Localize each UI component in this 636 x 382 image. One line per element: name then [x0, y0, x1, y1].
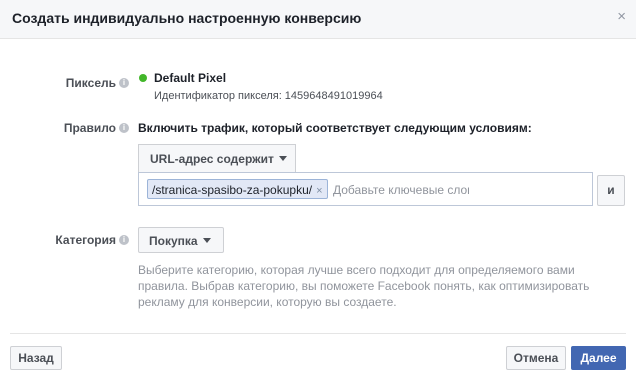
info-icon[interactable]: i — [119, 123, 129, 133]
chevron-down-icon — [278, 156, 287, 161]
footer-divider — [10, 333, 626, 334]
custom-conversion-dialog: Создать индивидуально настроенную конвер… — [0, 0, 636, 382]
keyword-token-field[interactable]: /stranica-spasibo-za-pokupku/× — [138, 172, 593, 206]
dialog-header: Создать индивидуально настроенную конвер… — [0, 0, 636, 39]
info-icon[interactable]: i — [119, 78, 129, 88]
pixel-name: Default Pixel — [154, 71, 227, 85]
close-icon[interactable]: × — [617, 9, 626, 24]
category-help-text: Выберите категорию, которая лучше всего … — [138, 263, 590, 309]
dialog-title: Создать индивидуально настроенную конвер… — [12, 10, 362, 26]
info-icon[interactable]: i — [119, 235, 129, 245]
rule-label: Правило — [63, 121, 116, 135]
remove-token-icon[interactable]: × — [316, 185, 322, 197]
pixel-id: Идентификатор пикселя: 1459648491019964 — [154, 90, 383, 102]
category-label: Категория — [55, 233, 116, 247]
condition-select[interactable]: URL-адрес содержит — [138, 144, 296, 172]
next-button[interactable]: Далее — [571, 346, 626, 370]
category-select-label: Покупка — [149, 234, 198, 248]
cancel-button[interactable]: Отмена — [506, 346, 566, 370]
pixel-status-dot — [139, 74, 147, 82]
add-condition-button[interactable]: и — [597, 175, 625, 206]
keyword-input[interactable] — [333, 181, 469, 199]
pixel-label: Пиксель — [65, 76, 116, 90]
rule-description: Включить трафик, который соответствует с… — [138, 121, 532, 135]
condition-select-label: URL-адрес содержит — [150, 152, 274, 166]
back-button[interactable]: Назад — [10, 346, 62, 370]
keyword-token: /stranica-spasibo-za-pokupku/× — [147, 179, 328, 199]
keyword-token-text: /stranica-spasibo-za-pokupku/ — [152, 183, 313, 197]
chevron-down-icon — [202, 238, 211, 243]
category-select[interactable]: Покупка — [138, 227, 224, 253]
